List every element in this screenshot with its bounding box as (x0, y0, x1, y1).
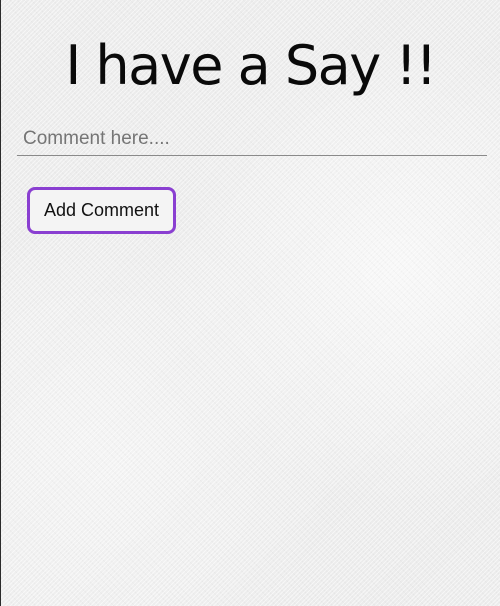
comment-input[interactable] (17, 122, 487, 156)
page-title: I have a Say !! (65, 34, 437, 97)
page-root: I have a Say !! Add Comment (1, 0, 500, 606)
add-comment-button[interactable]: Add Comment (27, 187, 176, 234)
